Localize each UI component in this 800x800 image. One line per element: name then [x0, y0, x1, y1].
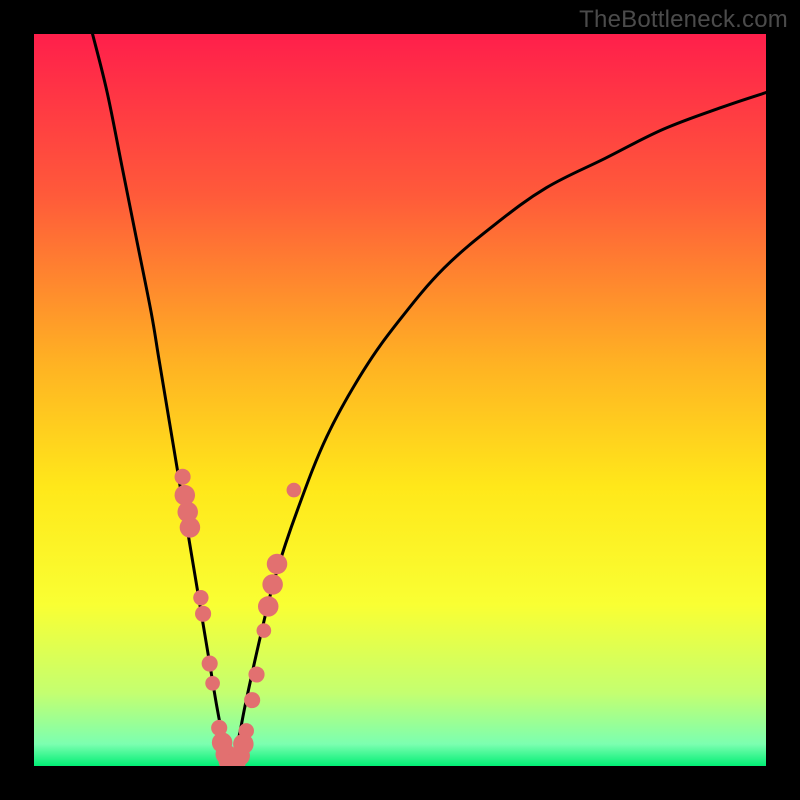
scatter-dot: [175, 469, 191, 485]
gradient-background: [34, 34, 766, 766]
scatter-dot: [195, 606, 211, 622]
plot-area: [34, 34, 766, 766]
scatter-dot: [239, 723, 254, 738]
scatter-dot: [258, 596, 278, 616]
scatter-dot: [244, 692, 260, 708]
watermark-text: TheBottleneck.com: [579, 6, 788, 34]
scatter-dot: [262, 574, 282, 594]
scatter-dot: [202, 655, 218, 671]
scatter-dot: [257, 623, 272, 638]
scatter-dot: [205, 676, 220, 691]
scatter-dot: [180, 517, 200, 537]
scatter-dot: [193, 590, 208, 605]
scatter-dot: [248, 666, 264, 682]
chart-svg: [34, 34, 766, 766]
outer-frame: TheBottleneck.com: [0, 0, 800, 800]
scatter-dot: [267, 554, 287, 574]
scatter-dot: [287, 483, 302, 498]
